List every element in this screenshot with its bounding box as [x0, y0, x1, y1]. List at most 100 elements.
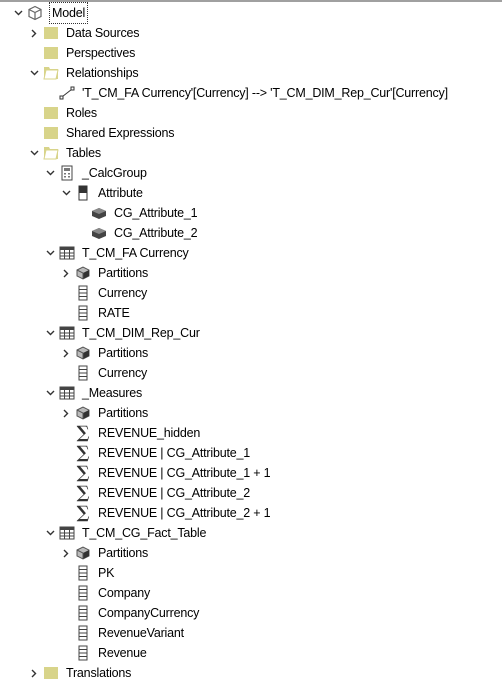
tree-item-label: REVENUE | CG_Attribute_2 [98, 486, 250, 500]
tree-item[interactable]: Tables [28, 143, 101, 163]
tree-item-label: Partitions [98, 406, 149, 420]
tree-item[interactable]: ∑ REVENUE_hidden [60, 423, 201, 443]
chevron-down-icon[interactable] [44, 523, 56, 543]
tree-item[interactable]: Roles [28, 103, 97, 123]
chevron-right-icon[interactable] [60, 403, 72, 423]
folder-open-icon [42, 145, 60, 161]
tree-item[interactable]: Partitions [60, 343, 148, 363]
chevron-down-icon[interactable] [44, 323, 56, 343]
tree-item[interactable]: Translations [28, 663, 131, 683]
tree-item-label: RATE [98, 306, 130, 320]
chevron-down-icon[interactable] [28, 143, 40, 163]
folder-icon [42, 125, 60, 141]
chevron-right-icon[interactable] [60, 543, 72, 563]
tree-item-label: Perspectives [66, 46, 136, 60]
tree-item-label: REVENUE | CG_Attribute_1 [98, 446, 250, 460]
column-icon [74, 305, 92, 321]
tree-item-label: CompanyCurrency [98, 606, 200, 620]
column-icon [74, 645, 92, 661]
tree-item-label: Data Sources [66, 26, 140, 40]
chevron-right-icon[interactable] [28, 23, 40, 43]
partitions-icon [74, 345, 92, 361]
tree-item[interactable]: T_CM_FA Currency [44, 243, 189, 263]
tree-item-label: PK [98, 566, 115, 580]
tree-item[interactable]: Data Sources [28, 23, 140, 43]
tree-item-label: Shared Expressions [66, 126, 175, 140]
tree-item-label: Partitions [98, 346, 149, 360]
chevron-down-icon[interactable] [60, 183, 72, 203]
tree-item-label: Translations [66, 666, 132, 680]
tree-item-label: Partitions [98, 546, 149, 560]
cube-icon [26, 5, 44, 21]
folder-icon [42, 665, 60, 681]
column-icon [74, 625, 92, 641]
tree-item-label: CG_Attribute_2 [114, 226, 198, 240]
tree-item[interactable]: Relationships [28, 63, 139, 83]
tree-item[interactable]: Partitions [60, 403, 148, 423]
chevron-right-icon[interactable] [60, 263, 72, 283]
chevron-down-icon[interactable] [44, 243, 56, 263]
tree-item[interactable]: Partitions [60, 543, 148, 563]
tree-item[interactable]: ∑ REVENUE | CG_Attribute_1 + 1 [60, 463, 271, 483]
tree-item[interactable]: Currency [60, 283, 147, 303]
tree-item[interactable]: _Measures [44, 383, 142, 403]
chevron-right-icon[interactable] [60, 343, 72, 363]
tree-item[interactable]: T_CM_CG_Fact_Table [44, 523, 206, 543]
tree-item[interactable]: Revenue [60, 643, 147, 663]
tree-item[interactable]: Company [60, 583, 150, 603]
tree-item[interactable]: PK [60, 563, 114, 583]
tree-item[interactable]: CG_Attribute_1 [76, 203, 198, 223]
column-icon [74, 285, 92, 301]
folder-icon [42, 25, 60, 41]
tree-item-label: Attribute [98, 186, 143, 200]
tree-item[interactable]: Perspectives [28, 43, 135, 63]
tree-item[interactable]: Attribute [60, 183, 143, 203]
chevron-down-icon[interactable] [44, 163, 56, 183]
column-icon [74, 565, 92, 581]
tree-item[interactable]: Shared Expressions [28, 123, 174, 143]
chevron-down-icon[interactable] [28, 63, 40, 83]
tree-item-label: Revenue [98, 646, 147, 660]
tree-item[interactable]: _CalcGroup [44, 163, 147, 183]
tree-item[interactable]: RATE [60, 303, 130, 323]
tree-item-label: T_CM_FA Currency [82, 246, 189, 260]
chevron-right-icon[interactable] [28, 663, 40, 683]
folder-icon [42, 45, 60, 61]
chevron-down-icon[interactable] [44, 383, 56, 403]
calc-item-icon [90, 225, 108, 241]
tree-item-label: 'T_CM_FA Currency'[Currency] --> 'T_CM_D… [82, 86, 448, 100]
tree-item[interactable]: CompanyCurrency [60, 603, 199, 623]
tree-item[interactable]: T_CM_DIM_Rep_Cur [44, 323, 200, 343]
tree-item[interactable]: CG_Attribute_2 [76, 223, 198, 243]
tree-item[interactable]: ∑ REVENUE | CG_Attribute_1 [60, 443, 251, 463]
calculator-icon [58, 165, 76, 181]
tree-item[interactable]: 'T_CM_FA Currency'[Currency] --> 'T_CM_D… [44, 83, 448, 103]
measure-icon: ∑ [76, 423, 90, 443]
tree-item[interactable]: Partitions [60, 263, 148, 283]
tree-item-label: Model [48, 2, 89, 24]
tree-item[interactable]: RevenueVariant [60, 623, 184, 643]
tree-item[interactable]: Currency [60, 363, 147, 383]
tree-item-label: Roles [66, 106, 97, 120]
tree-item[interactable]: ∑ REVENUE | CG_Attribute_2 [60, 483, 251, 503]
tree-root-model[interactable]: Model [12, 2, 89, 24]
tree-item-label: REVENUE | CG_Attribute_2 + 1 [98, 506, 271, 520]
chevron-down-icon[interactable] [12, 3, 24, 23]
tree-item[interactable]: ∑ REVENUE | CG_Attribute_2 + 1 [60, 503, 271, 523]
calc-column-icon [74, 185, 92, 201]
folder-icon [42, 105, 60, 121]
tree-item-label: _CalcGroup [82, 166, 147, 180]
